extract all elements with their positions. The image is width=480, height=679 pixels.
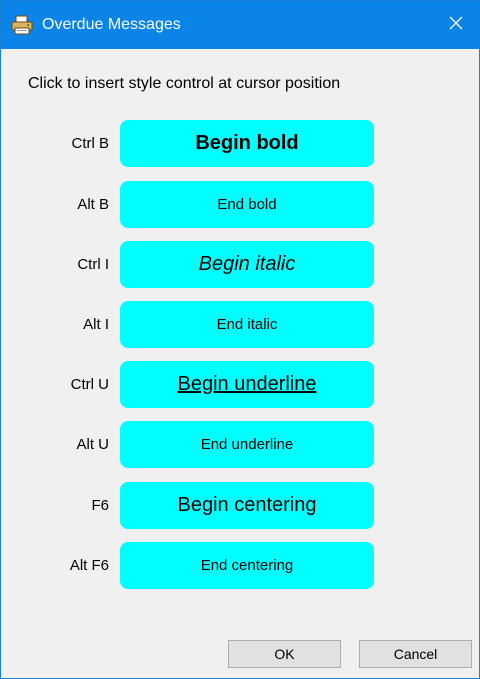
begin-bold-button[interactable]: Begin bold xyxy=(120,120,374,167)
cancel-button[interactable]: Cancel xyxy=(359,640,472,668)
instruction-text: Click to insert style control at cursor … xyxy=(28,75,341,92)
style-row-begin-centering: F6 Begin centering xyxy=(1,482,479,529)
shortcut-label: Alt I xyxy=(83,316,109,333)
end-italic-button[interactable]: End italic xyxy=(120,301,374,348)
shortcut-label: Ctrl I xyxy=(77,256,109,273)
shortcut-label: Alt F6 xyxy=(69,557,109,574)
style-row-end-centering: Alt F6 End centering xyxy=(1,542,479,589)
style-row-end-underline: Alt U End underline xyxy=(1,421,479,468)
shortcut-label: F6 xyxy=(91,497,109,514)
overdue-messages-dialog: Overdue Messages Click to insert style c… xyxy=(0,0,480,679)
close-icon xyxy=(449,16,463,35)
begin-italic-button[interactable]: Begin italic xyxy=(120,241,374,288)
shortcut-label: Alt B xyxy=(77,196,109,213)
style-row-begin-underline: Ctrl U Begin underline xyxy=(1,361,479,408)
style-row-end-italic: Alt I End italic xyxy=(1,301,479,348)
style-row-end-bold: Alt B End bold xyxy=(1,181,479,228)
style-row-begin-italic: Ctrl I Begin italic xyxy=(1,241,479,288)
end-underline-button[interactable]: End underline xyxy=(120,421,374,468)
style-row-begin-bold: Ctrl B Begin bold xyxy=(1,120,479,167)
printer-icon xyxy=(11,15,33,35)
shortcut-label: Ctrl U xyxy=(70,376,109,393)
close-button[interactable] xyxy=(433,1,479,49)
begin-centering-button[interactable]: Begin centering xyxy=(120,482,374,529)
end-centering-button[interactable]: End centering xyxy=(120,542,374,589)
shortcut-label: Alt U xyxy=(76,436,109,453)
end-bold-button[interactable]: End bold xyxy=(120,181,374,228)
shortcut-label: Ctrl B xyxy=(71,135,110,152)
begin-underline-button[interactable]: Begin underline xyxy=(120,361,374,408)
ok-button[interactable]: OK xyxy=(228,640,341,668)
window-title: Overdue Messages xyxy=(42,16,181,33)
title-bar[interactable]: Overdue Messages xyxy=(1,1,479,49)
